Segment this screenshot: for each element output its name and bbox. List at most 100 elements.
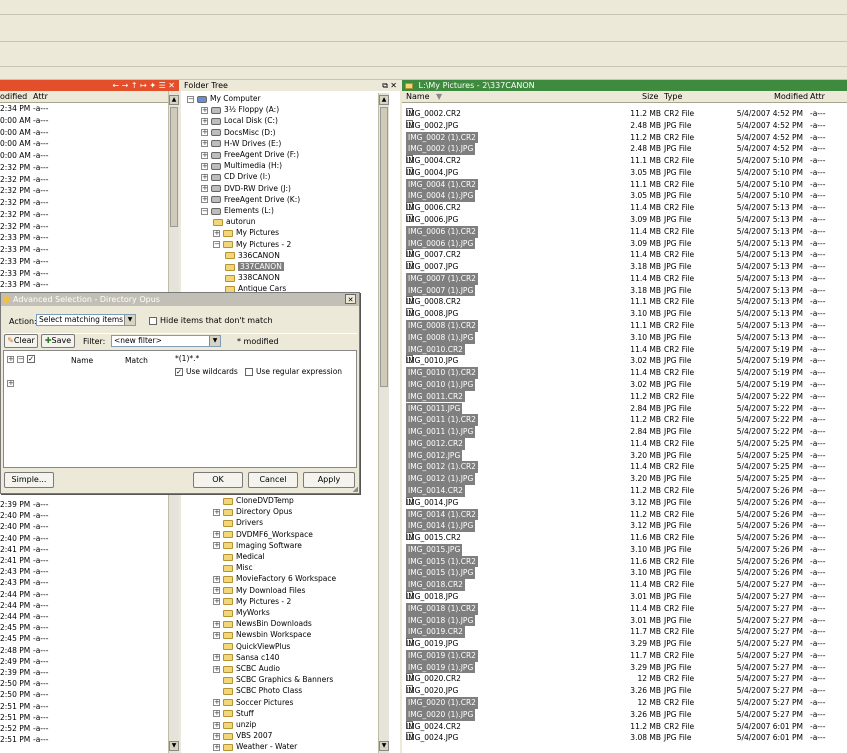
- expand-icon[interactable]: +: [201, 106, 208, 114]
- close-icon[interactable]: ✕: [390, 80, 397, 91]
- table-row[interactable]: IMG_0010.CR2 11.4 MB CR2 File 5/4/2007 5:19…: [402, 343, 847, 356]
- expand-icon[interactable]: +: [213, 699, 220, 707]
- tree-item[interactable]: SCBC Photo Class: [213, 685, 302, 696]
- action-dropdown[interactable]: Select matching items ▼: [36, 314, 136, 326]
- table-row[interactable]: IMG_0002.CR2 11.2 MB CR2 File 5/4/2007 4:52…: [402, 108, 847, 120]
- column-name[interactable]: Name: [406, 91, 430, 102]
- table-row[interactable]: IMG_0012.JPG 3.20 MB JPG File 5/4/2007 5:25…: [402, 449, 847, 462]
- table-row[interactable]: IMG_0008.JPG 3.10 MB JPG File 5/4/2007 5:13…: [402, 308, 847, 320]
- left-pane-nav-icons[interactable]: ← → ↑ ↦ ✦ ☰ ✕: [112, 80, 175, 91]
- filter-editor[interactable]: + − ✓ Name Match *(1)*.* ✓ Use wildcards …: [3, 350, 357, 468]
- list-item[interactable]: 2:41 PM -a---: [0, 555, 179, 567]
- list-item[interactable]: 2:41 PM -a---: [0, 544, 179, 556]
- expand-icon[interactable]: +: [213, 542, 220, 550]
- tree-item[interactable]: − My Pictures - 2: [213, 239, 291, 250]
- expand-icon[interactable]: +: [213, 508, 220, 516]
- table-row[interactable]: IMG_0019 (1).JPG 3.29 MB JPG File 5/4/2007 …: [402, 661, 847, 674]
- add-clause-icon[interactable]: +: [7, 380, 14, 387]
- tree-item[interactable]: 337CANON: [225, 261, 284, 272]
- table-row[interactable]: IMG_0020 (1).JPG 3.26 MB JPG File 5/4/2007 …: [402, 708, 847, 721]
- expand-icon[interactable]: +: [201, 162, 208, 170]
- filter-dropdown[interactable]: <new filter> ▼: [111, 335, 221, 347]
- tree-item[interactable]: CloneDVDTemp: [213, 495, 294, 506]
- expand-icon[interactable]: +: [213, 665, 220, 673]
- regex-checkbox[interactable]: Use regular expression: [245, 367, 342, 376]
- expand-icon[interactable]: +: [213, 631, 220, 639]
- expand-icon[interactable]: +: [213, 575, 220, 583]
- table-row[interactable]: IMG_0014 (1).CR2 11.2 MB CR2 File 5/4/2007 …: [402, 508, 847, 521]
- tree-item[interactable]: − Elements (L:): [201, 205, 274, 216]
- expand-icon[interactable]: −: [201, 207, 208, 215]
- table-row[interactable]: IMG_0006 (1).JPG 3.09 MB JPG File 5/4/2007 …: [402, 237, 847, 250]
- list-item[interactable]: 2:32 PM -a---: [0, 221, 179, 233]
- tree-item[interactable]: − My Computer: [187, 93, 261, 104]
- table-row[interactable]: IMG_0002 (1).JPG 2.48 MB JPG File 5/4/2007 …: [402, 143, 847, 156]
- tree-item[interactable]: Drivers: [213, 517, 263, 528]
- expand-icon[interactable]: +: [213, 743, 220, 751]
- tree-item[interactable]: + DocsMisc (D:): [201, 127, 276, 138]
- expand-icon[interactable]: +: [201, 140, 208, 148]
- tree-item[interactable]: + Stuff: [213, 708, 254, 719]
- scroll-down-arrow[interactable]: ▼: [169, 741, 179, 751]
- tree-item[interactable]: + My Pictures: [213, 227, 279, 238]
- simple-button[interactable]: Simple...: [4, 472, 54, 488]
- table-row[interactable]: IMG_0008.CR2 11.1 MB CR2 File 5/4/2007 5:13…: [402, 296, 847, 308]
- table-row[interactable]: IMG_0015 (1).CR2 11.6 MB CR2 File 5/4/2007 …: [402, 555, 847, 568]
- list-item[interactable]: 2:34 PM -a---: [0, 103, 179, 115]
- table-row[interactable]: IMG_0024.CR2 11.2 MB CR2 File 5/4/2007 6:01…: [402, 720, 847, 733]
- table-row[interactable]: IMG_0020.CR2 12 MB CR2 File 5/4/2007 5:27 P…: [402, 673, 847, 685]
- list-item[interactable]: 2:49 PM -a---: [0, 656, 179, 668]
- expand-icon[interactable]: +: [213, 732, 220, 740]
- table-row[interactable]: IMG_0019.CR2 11.7 MB CR2 File 5/4/2007 5:27…: [402, 626, 847, 639]
- list-item[interactable]: 2:32 PM -a---: [0, 185, 179, 197]
- list-item[interactable]: 2:43 PM -a---: [0, 577, 179, 589]
- list-item[interactable]: 2:33 PM -a---: [0, 244, 179, 256]
- tree-item[interactable]: + FreeAgent Drive (K:): [201, 194, 300, 205]
- column-modified[interactable]: odified: [0, 91, 27, 102]
- expand-icon[interactable]: +: [213, 710, 220, 718]
- chevron-down-icon[interactable]: ▼: [209, 336, 220, 346]
- pin-icon[interactable]: ⧉: [382, 80, 388, 91]
- list-item[interactable]: 0:00 AM -a---: [0, 138, 179, 150]
- table-row[interactable]: IMG_0020.JPG 3.26 MB JPG File 5/4/2007 5:27…: [402, 685, 847, 697]
- list-item[interactable]: 2:52 PM -a---: [0, 723, 179, 735]
- list-item[interactable]: 2:44 PM -a---: [0, 600, 179, 612]
- table-row[interactable]: IMG_0007 (1).CR2 11.4 MB CR2 File 5/4/2007 …: [402, 272, 847, 285]
- table-row[interactable]: IMG_0002 (1).CR2 11.2 MB CR2 File 5/4/2007 …: [402, 131, 847, 144]
- table-row[interactable]: IMG_0011.CR2 11.2 MB CR2 File 5/4/2007 5:22…: [402, 390, 847, 403]
- column-attr[interactable]: Attr: [810, 91, 825, 102]
- list-item[interactable]: 2:44 PM -a---: [0, 589, 179, 601]
- tree-item[interactable]: + SCBC Audio: [213, 663, 280, 674]
- table-row[interactable]: IMG_0014 (1).JPG 3.12 MB JPG File 5/4/2007 …: [402, 520, 847, 533]
- list-item[interactable]: 2:40 PM -a---: [0, 533, 179, 545]
- tree-item[interactable]: + Directory Opus: [213, 506, 292, 517]
- cancel-button[interactable]: Cancel: [248, 472, 298, 488]
- wildcards-checkbox[interactable]: ✓ Use wildcards: [175, 367, 238, 376]
- table-row[interactable]: IMG_0011 (1).CR2 11.2 MB CR2 File 5/4/2007 …: [402, 414, 847, 427]
- tree-item[interactable]: + DVDMF6_Workspace: [213, 529, 313, 540]
- list-item[interactable]: 2:45 PM -a---: [0, 622, 179, 634]
- expand-icon[interactable]: +: [213, 587, 220, 595]
- expand-icon[interactable]: +: [7, 356, 14, 363]
- chevron-down-icon[interactable]: ▼: [124, 315, 135, 325]
- tree-item[interactable]: 338CANON: [225, 272, 280, 283]
- dialog-close-button[interactable]: ✕: [345, 294, 356, 304]
- expand-icon[interactable]: +: [213, 531, 220, 539]
- table-row[interactable]: IMG_0014.JPG 3.12 MB JPG File 5/4/2007 5:26…: [402, 496, 847, 509]
- table-row[interactable]: IMG_0006.JPG 3.09 MB JPG File 5/4/2007 5:13…: [402, 214, 847, 226]
- expand-icon[interactable]: −: [213, 241, 220, 249]
- list-item[interactable]: 2:32 PM -a---: [0, 209, 179, 221]
- expand-icon[interactable]: +: [213, 229, 220, 237]
- table-row[interactable]: IMG_0014.CR2 11.2 MB CR2 File 5/4/2007 5:26…: [402, 484, 847, 497]
- tree-item[interactable]: + VBS 2007: [213, 730, 272, 741]
- table-row[interactable]: IMG_0004.JPG 3.05 MB JPG File 5/4/2007 5:10…: [402, 166, 847, 179]
- table-row[interactable]: IMG_0004 (1).JPG 3.05 MB JPG File 5/4/2007 …: [402, 190, 847, 203]
- enable-checkbox[interactable]: ✓: [27, 355, 35, 363]
- tree-item[interactable]: MyWorks: [213, 607, 270, 618]
- expand-icon[interactable]: +: [213, 620, 220, 628]
- hide-items-checkbox[interactable]: Hide items that don't match: [149, 316, 273, 325]
- tree-item[interactable]: + Imaging Software: [213, 540, 302, 551]
- table-row[interactable]: IMG_0019.JPG 3.29 MB JPG File 5/4/2007 5:27…: [402, 638, 847, 650]
- list-item[interactable]: 2:33 PM -a---: [0, 232, 179, 244]
- collapse-icon[interactable]: −: [187, 95, 194, 103]
